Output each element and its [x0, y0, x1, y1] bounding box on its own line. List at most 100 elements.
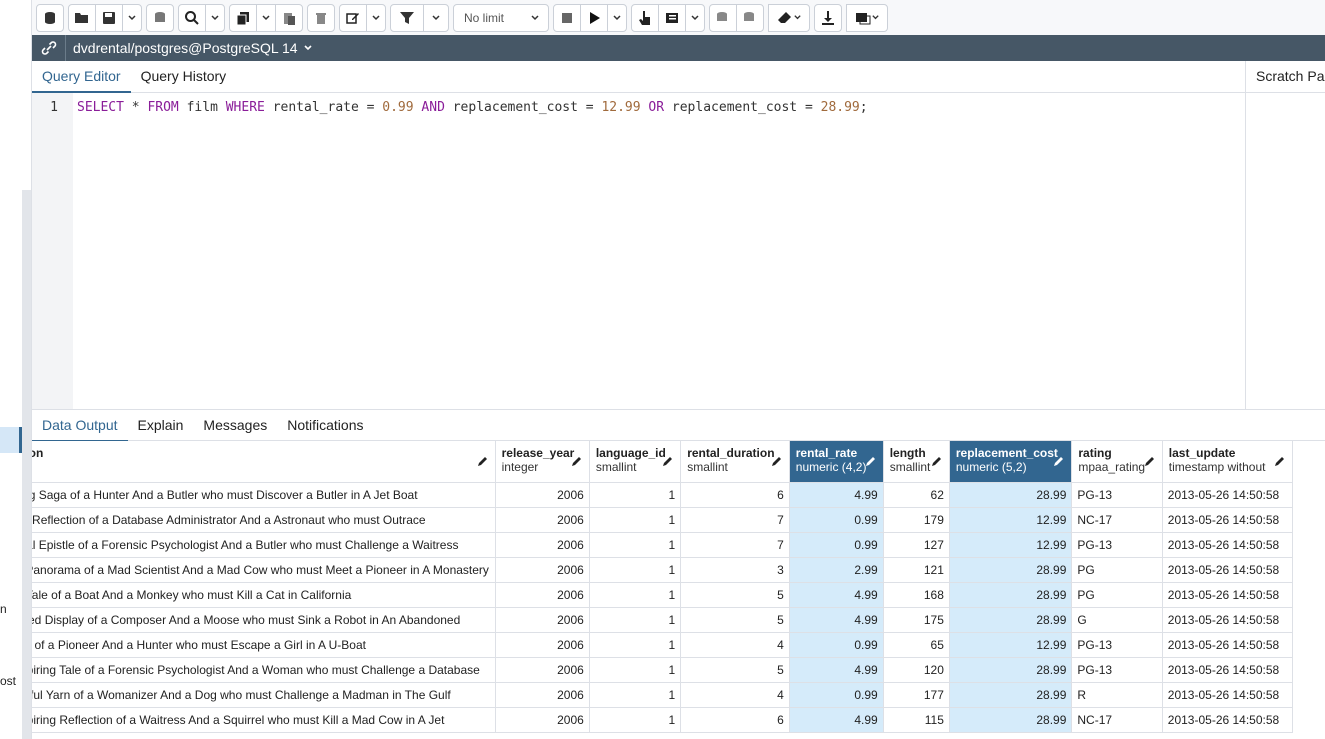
- filter-button[interactable]: [390, 3, 424, 32]
- table-cell[interactable]: 2006: [495, 482, 590, 508]
- table-cell[interactable]: 5: [680, 607, 790, 633]
- table-cell[interactable]: 2.99: [789, 557, 884, 583]
- table-cell[interactable]: 1: [589, 582, 682, 608]
- tab-notifications[interactable]: Notifications: [277, 410, 373, 442]
- explorer-scrollbar[interactable]: [22, 190, 31, 739]
- table-cell[interactable]: 2006: [495, 632, 590, 658]
- table-cell[interactable]: 2013-05-26 14:50:58: [1162, 582, 1294, 608]
- commit-button[interactable]: [709, 3, 737, 32]
- table-cell[interactable]: 65: [883, 632, 950, 658]
- edit-column-icon[interactable]: [662, 455, 674, 467]
- find-button[interactable]: [178, 3, 206, 32]
- edit-button[interactable]: [339, 3, 367, 32]
- copy-button[interactable]: [229, 3, 257, 32]
- tab-messages[interactable]: Messages: [193, 410, 277, 442]
- table-row[interactable]: e-Inspiring Tale of a Forensic Psycholog…: [32, 657, 1294, 683]
- table-cell[interactable]: 2013-05-26 14:50:58: [1162, 607, 1294, 633]
- table-cell[interactable]: 4.99: [789, 657, 884, 683]
- table-cell[interactable]: 12.99: [949, 632, 1073, 658]
- table-cell[interactable]: 121: [883, 557, 950, 583]
- sql-code-line[interactable]: SELECT * FROM film WHERE rental_rate = 0…: [77, 100, 868, 115]
- table-cell[interactable]: 28.99: [949, 607, 1073, 633]
- table-cell[interactable]: 127: [883, 532, 950, 558]
- table-cell[interactable]: 4.99: [789, 582, 884, 608]
- table-row[interactable]: t-Paced Display of a Composer And a Moos…: [32, 607, 1294, 633]
- table-row[interactable]: epid Tale of a Boat And a Monkey who mus…: [32, 582, 1294, 608]
- explorer-item-fragment[interactable]: ost: [0, 674, 16, 688]
- table-cell[interactable]: NC-17: [1071, 707, 1163, 733]
- table-cell[interactable]: 6: [680, 707, 790, 733]
- table-cell[interactable]: 2006: [495, 507, 590, 533]
- table-cell[interactable]: 7: [680, 532, 790, 558]
- edit-options-dropdown[interactable]: [366, 3, 386, 32]
- tab-explain[interactable]: Explain: [128, 410, 194, 442]
- table-cell[interactable]: 1: [589, 532, 682, 558]
- column-header-rating[interactable]: rating mpaa_rating: [1071, 441, 1163, 483]
- table-cell[interactable]: 179: [883, 507, 950, 533]
- table-cell[interactable]: 2013-05-26 14:50:58: [1162, 557, 1294, 583]
- table-cell[interactable]: 1: [589, 607, 682, 633]
- table-cell[interactable]: azing Reflection of a Database Administr…: [32, 507, 496, 533]
- table-cell[interactable]: 0.99: [789, 632, 884, 658]
- table-cell[interactable]: 2006: [495, 707, 590, 733]
- table-cell[interactable]: 2006: [495, 532, 590, 558]
- table-cell[interactable]: 2006: [495, 657, 590, 683]
- save-data-button[interactable]: [146, 3, 174, 32]
- column-header-replacement-cost[interactable]: replacement_cost numeric (5,2): [949, 441, 1073, 483]
- filter-options-dropdown[interactable]: [423, 3, 449, 32]
- edit-column-icon[interactable]: [865, 455, 877, 467]
- table-row[interactable]: e-Inspiring Reflection of a Waitress And…: [32, 707, 1294, 733]
- table-cell[interactable]: 4.99: [789, 607, 884, 633]
- column-header-rental-rate[interactable]: rental_rate numeric (4,2): [789, 441, 884, 483]
- table-cell[interactable]: 2006: [495, 557, 590, 583]
- chevron-down-icon[interactable]: [303, 43, 313, 53]
- explain-button[interactable]: [631, 3, 659, 32]
- explorer-item-fragment[interactable]: n: [0, 602, 7, 616]
- table-cell[interactable]: 4.99: [789, 707, 884, 733]
- table-cell[interactable]: 0.99: [789, 682, 884, 708]
- table-cell[interactable]: 28.99: [949, 657, 1073, 683]
- table-cell[interactable]: liant Panorama of a Mad Scientist And a …: [32, 557, 496, 583]
- table-cell[interactable]: t-Paced Display of a Composer And a Moos…: [32, 607, 496, 633]
- table-cell[interactable]: 2013-05-26 14:50:58: [1162, 657, 1294, 683]
- table-cell[interactable]: PG-13: [1071, 657, 1163, 683]
- tab-query-editor[interactable]: Query Editor: [32, 61, 131, 93]
- table-cell[interactable]: PG-13: [1071, 632, 1163, 658]
- download-button[interactable]: [814, 3, 842, 32]
- explorer-selected-item[interactable]: [0, 427, 22, 453]
- table-cell[interactable]: NC-17: [1071, 507, 1163, 533]
- find-options-dropdown[interactable]: [205, 3, 225, 32]
- table-cell[interactable]: 1: [589, 557, 682, 583]
- column-header-ription[interactable]: ription: [32, 441, 496, 483]
- table-row[interactable]: azing Reflection of a Database Administr…: [32, 507, 1294, 533]
- column-header-length[interactable]: length smallint: [883, 441, 950, 483]
- table-cell[interactable]: 168: [883, 582, 950, 608]
- table-row[interactable]: c Tale of a Pioneer And a Hunter who mus…: [32, 632, 1294, 658]
- table-cell[interactable]: 2013-05-26 14:50:58: [1162, 507, 1294, 533]
- row-limit-select[interactable]: No limit: [453, 3, 549, 32]
- column-header-last-update[interactable]: last_update timestamp without: [1162, 441, 1294, 483]
- table-cell[interactable]: 12.99: [949, 532, 1073, 558]
- save-file-button[interactable]: [95, 3, 123, 32]
- sql-editor[interactable]: 1 SELECT * FROM film WHERE rental_rate =…: [32, 93, 1245, 409]
- edit-column-icon[interactable]: [771, 455, 783, 467]
- macros-button[interactable]: [846, 3, 888, 32]
- table-cell[interactable]: 115: [883, 707, 950, 733]
- table-cell[interactable]: 28.99: [949, 482, 1073, 508]
- table-cell[interactable]: epid Tale of a Boat And a Monkey who mus…: [32, 582, 496, 608]
- table-cell[interactable]: 28.99: [949, 557, 1073, 583]
- table-cell[interactable]: PG-13: [1071, 482, 1163, 508]
- edit-column-icon[interactable]: [1274, 455, 1286, 467]
- connection-status-button[interactable]: [32, 35, 66, 61]
- column-header-language-id[interactable]: language_id smallint: [589, 441, 682, 483]
- table-cell[interactable]: 4: [680, 682, 790, 708]
- table-cell[interactable]: 2013-05-26 14:50:58: [1162, 707, 1294, 733]
- table-cell[interactable]: 28.99: [949, 682, 1073, 708]
- table-cell[interactable]: PG-13: [1071, 532, 1163, 558]
- table-cell[interactable]: 7: [680, 507, 790, 533]
- table-cell[interactable]: c Tale of a Pioneer And a Hunter who mus…: [32, 632, 496, 658]
- column-header-rental-duration[interactable]: rental_duration smallint: [680, 441, 790, 483]
- explain-analyze-button[interactable]: [658, 3, 686, 32]
- connection-label[interactable]: dvdrental/postgres@PostgreSQL 14: [73, 40, 298, 56]
- table-cell[interactable]: 2013-05-26 14:50:58: [1162, 632, 1294, 658]
